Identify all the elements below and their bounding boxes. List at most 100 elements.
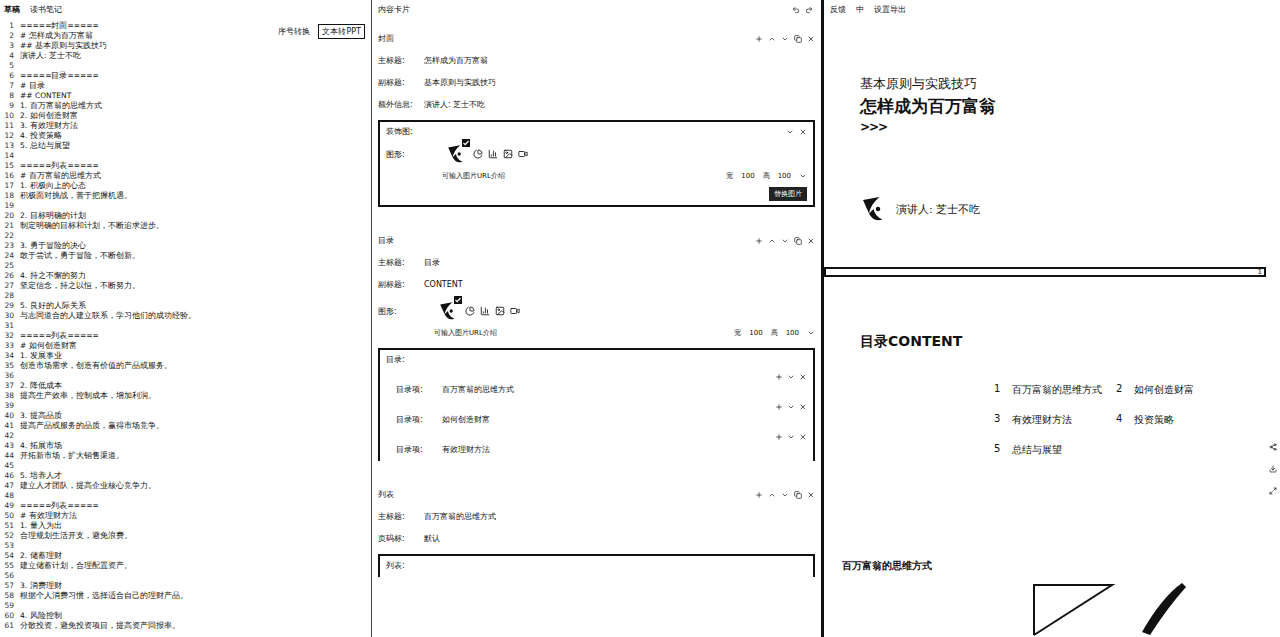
close-icon[interactable]: [807, 237, 815, 245]
field-value[interactable]: 默认: [424, 533, 815, 544]
field-value[interactable]: 基本原则与实践技巧: [424, 77, 815, 88]
figure-label: 图形:: [378, 306, 424, 317]
line-number: 39: [0, 401, 14, 411]
editor-line: 32=====列表=====: [0, 331, 371, 341]
editor-line: 171. 积极向上的心态: [0, 181, 371, 191]
field-value[interactable]: 目录: [424, 257, 815, 268]
size-icon[interactable]: [807, 329, 815, 337]
line-text: 1. 积极向上的心态: [20, 181, 86, 191]
editor-line: 56: [0, 571, 371, 581]
image-icon[interactable]: [495, 306, 505, 316]
selected-figure[interactable]: [446, 143, 468, 165]
pie-chart-icon[interactable]: [465, 306, 475, 316]
list-item: 目录项:百万富翁的思维方式: [386, 373, 807, 395]
line-number: 9: [0, 101, 14, 111]
width-input[interactable]: 100: [741, 172, 754, 180]
line-number: 53: [0, 541, 14, 551]
width-input[interactable]: 100: [749, 329, 762, 337]
editor-tab[interactable]: 读书笔记: [30, 2, 62, 15]
close-icon[interactable]: [799, 433, 807, 441]
field-row: 主标题:百万富翁的思维方式: [378, 510, 815, 522]
size-row: 可输入图片URL介绍宽100高100: [378, 328, 815, 338]
close-icon[interactable]: [799, 373, 807, 381]
move-down-icon[interactable]: [787, 373, 795, 381]
field-value[interactable]: CONTENT: [424, 280, 815, 289]
replace-image-button[interactable]: 替换图片: [769, 187, 807, 201]
editor-button[interactable]: 序号转换: [274, 24, 314, 39]
line-number: 23: [0, 241, 14, 251]
move-up-icon[interactable]: [768, 35, 776, 43]
redo-icon[interactable]: [805, 6, 813, 14]
move-down-icon[interactable]: [781, 35, 789, 43]
list-item-value[interactable]: 如何创造财富: [442, 414, 807, 425]
field-value[interactable]: 演讲人: 芝士不吃: [424, 99, 815, 110]
card-title: 目录: [378, 235, 394, 246]
add-icon[interactable]: [775, 373, 783, 381]
video-icon[interactable]: [518, 149, 528, 159]
close-icon[interactable]: [807, 35, 815, 43]
card-tools: [755, 237, 815, 245]
toc-item: 5总结与展望: [994, 443, 1116, 457]
move-down-icon[interactable]: [781, 491, 789, 499]
line-number: 14: [0, 151, 14, 161]
move-down-icon[interactable]: [786, 128, 794, 136]
editor-line: 124. 投资策略: [0, 131, 371, 141]
preview-toolbar-item[interactable]: 中: [856, 4, 864, 15]
add-icon[interactable]: [775, 433, 783, 441]
image-icon[interactable]: [503, 149, 513, 159]
selected-figure[interactable]: [438, 300, 460, 322]
share-icon[interactable]: [1269, 443, 1277, 451]
toc-slide[interactable]: 目录CONTENT1百万富翁的思维方式2如何创造财富3有效理财方法4投资策略5总…: [824, 277, 1266, 543]
move-down-icon[interactable]: [781, 237, 789, 245]
copy-icon[interactable]: [794, 237, 802, 245]
preview-toolbar-item[interactable]: 设置导出: [874, 4, 906, 15]
size-icon[interactable]: [799, 172, 807, 180]
move-down-icon[interactable]: [787, 403, 795, 411]
editor-button[interactable]: 文本转PPT: [318, 24, 365, 39]
line-number: 16: [0, 171, 14, 181]
field-value[interactable]: 百万富翁的思维方式: [424, 511, 815, 522]
editor-line: 6=====目录=====: [0, 71, 371, 81]
fullscreen-icon[interactable]: [1269, 487, 1277, 495]
figure-hint[interactable]: 可输入图片URL介绍: [442, 171, 505, 181]
add-icon[interactable]: [755, 237, 763, 245]
add-icon[interactable]: [755, 35, 763, 43]
close-icon[interactable]: [807, 491, 815, 499]
line-number: 46: [0, 471, 14, 481]
video-icon[interactable]: [510, 306, 520, 316]
toc-item: 2如何创造财富: [1116, 383, 1238, 397]
add-icon[interactable]: [775, 403, 783, 411]
line-number: 37: [0, 381, 14, 391]
field-value[interactable]: 怎样成为百万富翁: [424, 55, 815, 66]
move-up-icon[interactable]: [768, 237, 776, 245]
close-icon[interactable]: [799, 128, 807, 136]
line-number: 34: [0, 351, 14, 361]
move-down-icon[interactable]: [787, 433, 795, 441]
move-up-icon[interactable]: [768, 491, 776, 499]
height-input[interactable]: 100: [778, 172, 791, 180]
line-text: 4. 投资策略: [20, 131, 62, 141]
editor-tab[interactable]: 草稿: [4, 2, 20, 15]
copy-icon[interactable]: [794, 35, 802, 43]
height-input[interactable]: 100: [786, 329, 799, 337]
undo-icon[interactable]: [792, 6, 800, 14]
preview-pane: 反馈中设置导出基本原则与实践技巧怎样成为百万富翁>>>演讲人: 芝士不吃1目录C…: [824, 0, 1280, 637]
close-icon[interactable]: [799, 403, 807, 411]
line-text: # 百万富翁的思维方式: [20, 171, 101, 181]
editor-lines[interactable]: 1=====封面=====2# 怎样成为百万富翁3## 基本原则与实践技巧4演讲…: [0, 21, 371, 631]
download-icon[interactable]: [1269, 465, 1277, 473]
copy-icon[interactable]: [794, 491, 802, 499]
list-slide[interactable]: 百万富翁的思维方式: [824, 543, 1266, 637]
bar-chart-icon[interactable]: [488, 149, 498, 159]
bar-chart-icon[interactable]: [480, 306, 490, 316]
cover-slide[interactable]: 基本原则与实践技巧怎样成为百万富翁>>>演讲人: 芝士不吃: [824, 19, 1266, 267]
list-item-value[interactable]: 有效理财方法: [442, 444, 807, 455]
editor-line: 52合理规划生活开支，避免浪费。: [0, 531, 371, 541]
preview-toolbar-item[interactable]: 反馈: [830, 4, 846, 15]
list-item-value[interactable]: 百万富翁的思维方式: [442, 384, 807, 395]
slide-divider: 1: [824, 267, 1266, 277]
list-item: 目录项:有效理财方法: [386, 433, 807, 455]
figure-hint[interactable]: 可输入图片URL介绍: [434, 328, 497, 338]
add-icon[interactable]: [755, 491, 763, 499]
pie-chart-icon[interactable]: [473, 149, 483, 159]
